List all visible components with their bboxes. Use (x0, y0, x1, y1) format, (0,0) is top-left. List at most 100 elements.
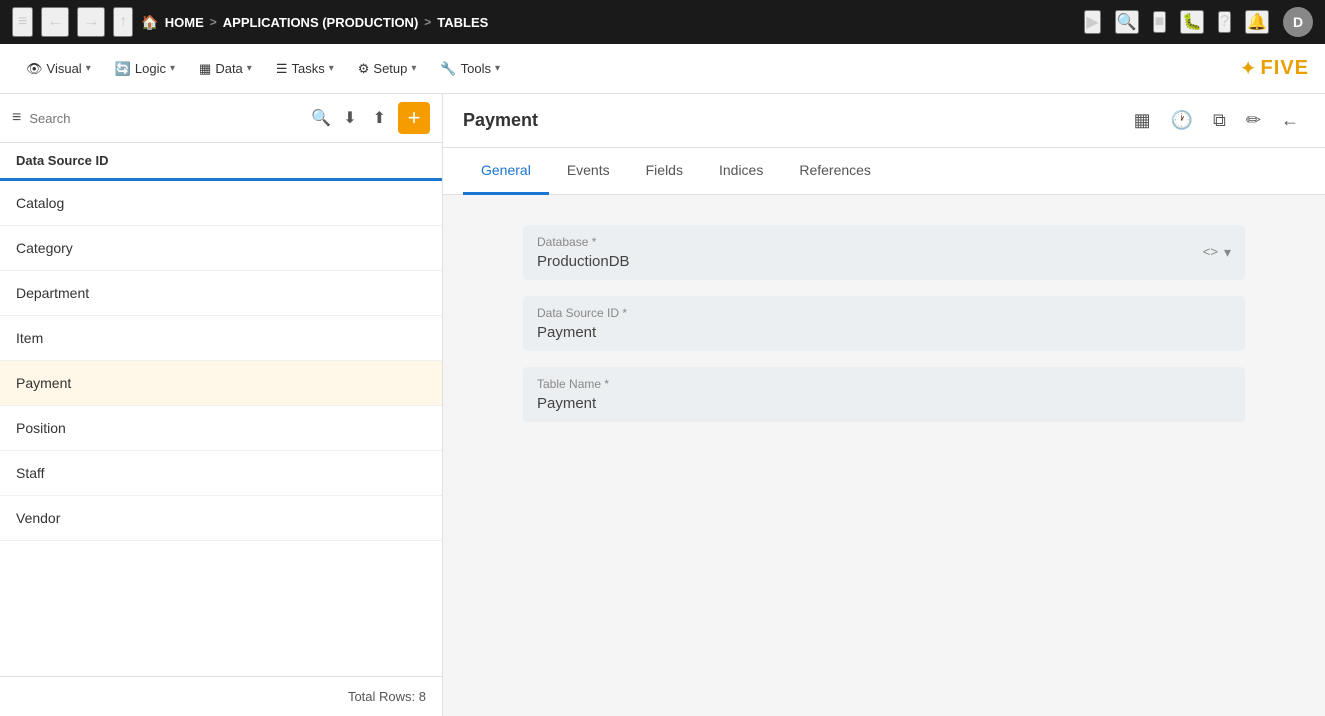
breadcrumb-tables[interactable]: TABLES (437, 15, 488, 30)
breadcrumb: 🏠 HOME > APPLICATIONS (PRODUCTION) > TAB… (141, 14, 488, 31)
tab-general-label: General (481, 162, 531, 178)
sidebar-item-label: Department (16, 285, 89, 301)
data-menu[interactable]: ▦ Data ▾ (189, 55, 262, 83)
top-nav: ≡ ← → ↑ 🏠 HOME > APPLICATIONS (PRODUCTIO… (0, 0, 1325, 44)
tab-indices-label: Indices (719, 162, 763, 178)
sidebar-upload-icon[interactable]: ⬆ (369, 104, 390, 132)
tabs-bar: General Events Fields Indices References (443, 148, 1325, 195)
datasource-field: Data Source ID * Payment (523, 296, 1245, 351)
datasource-field-content: Data Source ID * Payment (537, 306, 627, 341)
sidebar-item-staff[interactable]: Staff (0, 451, 442, 496)
logic-label: Logic (135, 61, 166, 76)
breadcrumb-app[interactable]: APPLICATIONS (PRODUCTION) (223, 15, 418, 30)
logic-menu[interactable]: 🔄 Logic ▾ (105, 55, 185, 83)
bell-icon[interactable]: 🔔 (1245, 10, 1269, 34)
five-star-icon: ✦ (1240, 56, 1257, 81)
stop-icon[interactable]: ■ (1153, 11, 1167, 33)
tasks-label: Tasks (291, 61, 324, 76)
logic-icon: 🔄 (115, 61, 131, 77)
search-global-icon[interactable]: 🔍 (1115, 10, 1139, 34)
sidebar-item-catalog[interactable]: Catalog (0, 181, 442, 226)
sidebar-item-payment[interactable]: Payment (0, 361, 442, 406)
tab-general[interactable]: General (463, 148, 549, 195)
content-header: Payment ▦ 🕐 ⧉ ✏ ← (443, 94, 1325, 148)
content-header-icons: ▦ 🕐 ⧉ ✏ ← (1128, 106, 1305, 135)
top-nav-right: ▶ 🔍 ■ 🐛 ? 🔔 D (1084, 7, 1313, 37)
sidebar-item-department[interactable]: Department (0, 271, 442, 316)
sidebar: ≡ 🔍 ⬇ ⬆ + Data Source ID Catalog Categor… (0, 94, 443, 716)
total-rows-label: Total Rows: 8 (348, 689, 426, 704)
five-text: FIVE (1261, 57, 1309, 80)
sidebar-search-icon[interactable]: 🔍 (311, 108, 331, 128)
sidebar-add-button[interactable]: + (398, 102, 430, 134)
up-nav-icon[interactable]: ↑ (113, 7, 133, 37)
secondary-toolbar: 👁 Visual ▾ 🔄 Logic ▾ ▦ Data ▾ ☰ Tasks ▾ … (0, 44, 1325, 94)
sidebar-item-item[interactable]: Item (0, 316, 442, 361)
sidebar-download-icon[interactable]: ⬇ (339, 104, 360, 132)
grid-view-icon[interactable]: ▦ (1128, 106, 1157, 135)
close-back-icon[interactable]: ← (1275, 106, 1305, 135)
visual-menu[interactable]: 👁 Visual ▾ (16, 55, 101, 83)
tab-references[interactable]: References (781, 148, 889, 195)
datasource-input-wrapper: Data Source ID * Payment (523, 296, 1245, 351)
tasks-menu[interactable]: ☰ Tasks ▾ (266, 55, 344, 83)
visual-icon: 👁 (26, 61, 43, 77)
datasource-label: Data Source ID * (537, 306, 627, 320)
sidebar-footer: Total Rows: 8 (0, 676, 442, 716)
tools-menu[interactable]: 🔧 Tools ▾ (430, 55, 510, 83)
content-title: Payment (463, 110, 538, 131)
chevron-down-icon[interactable]: ▾ (1224, 244, 1231, 261)
sidebar-item-label: Position (16, 420, 66, 436)
sidebar-item-category[interactable]: Category (0, 226, 442, 271)
top-nav-left: ≡ ← → ↑ 🏠 HOME > APPLICATIONS (PRODUCTIO… (12, 7, 1076, 37)
visual-label: Visual (47, 61, 82, 76)
sidebar-search-bar: ≡ 🔍 ⬇ ⬆ + (0, 94, 442, 143)
five-logo-area: ✦ FIVE (1240, 56, 1309, 81)
tab-indices[interactable]: Indices (701, 148, 781, 195)
tablename-input-wrapper: Table Name * Payment (523, 367, 1245, 422)
home-icon: 🏠 (141, 14, 158, 31)
sidebar-item-label: Vendor (16, 510, 60, 526)
sidebar-header-label: Data Source ID (16, 153, 108, 168)
tab-fields[interactable]: Fields (628, 148, 701, 195)
setup-icon: ⚙ (358, 61, 370, 77)
tools-icon: 🔧 (440, 61, 456, 77)
logic-arrow: ▾ (170, 63, 175, 74)
help-icon[interactable]: ? (1218, 11, 1231, 33)
sidebar-item-vendor[interactable]: Vendor (0, 496, 442, 541)
setup-menu[interactable]: ⚙ Setup ▾ (348, 55, 427, 83)
tablename-value: Payment (537, 395, 609, 412)
back-nav-icon[interactable]: ← (41, 7, 69, 37)
datasource-value: Payment (537, 324, 627, 341)
edit-icon[interactable]: ✏ (1240, 106, 1267, 135)
database-field: Database * ProductionDB <> ▾ (523, 225, 1245, 280)
history-icon[interactable]: 🕐 (1165, 106, 1199, 135)
sidebar-item-label: Payment (16, 375, 71, 391)
data-icon: ▦ (199, 61, 211, 77)
sidebar-filter-icon[interactable]: ≡ (12, 109, 21, 127)
tab-events[interactable]: Events (549, 148, 628, 195)
play-icon[interactable]: ▶ (1084, 10, 1100, 34)
avatar[interactable]: D (1283, 7, 1313, 37)
tab-events-label: Events (567, 162, 610, 178)
menu-icon[interactable]: ≡ (12, 7, 33, 37)
database-value: ProductionDB (537, 253, 630, 270)
content-area: Payment ▦ 🕐 ⧉ ✏ ← General Events Fields … (443, 94, 1325, 716)
copy-icon[interactable]: ⧉ (1207, 106, 1232, 135)
sidebar-item-label: Catalog (16, 195, 64, 211)
sidebar-item-label: Staff (16, 465, 45, 481)
search-input[interactable] (29, 111, 303, 126)
tab-fields-label: Fields (646, 162, 683, 178)
breadcrumb-home[interactable]: HOME (165, 15, 204, 30)
bug-icon[interactable]: 🐛 (1180, 10, 1204, 34)
sidebar-item-position[interactable]: Position (0, 406, 442, 451)
sidebar-item-label: Category (16, 240, 73, 256)
setup-arrow: ▾ (411, 63, 416, 74)
tools-arrow: ▾ (495, 63, 500, 74)
database-label: Database * (537, 235, 630, 249)
data-label: Data (215, 61, 242, 76)
form-area: Database * ProductionDB <> ▾ Data Source… (443, 195, 1325, 468)
database-field-content: Database * ProductionDB (537, 235, 630, 270)
forward-nav-icon[interactable]: → (77, 7, 105, 37)
tools-label: Tools (461, 61, 491, 76)
